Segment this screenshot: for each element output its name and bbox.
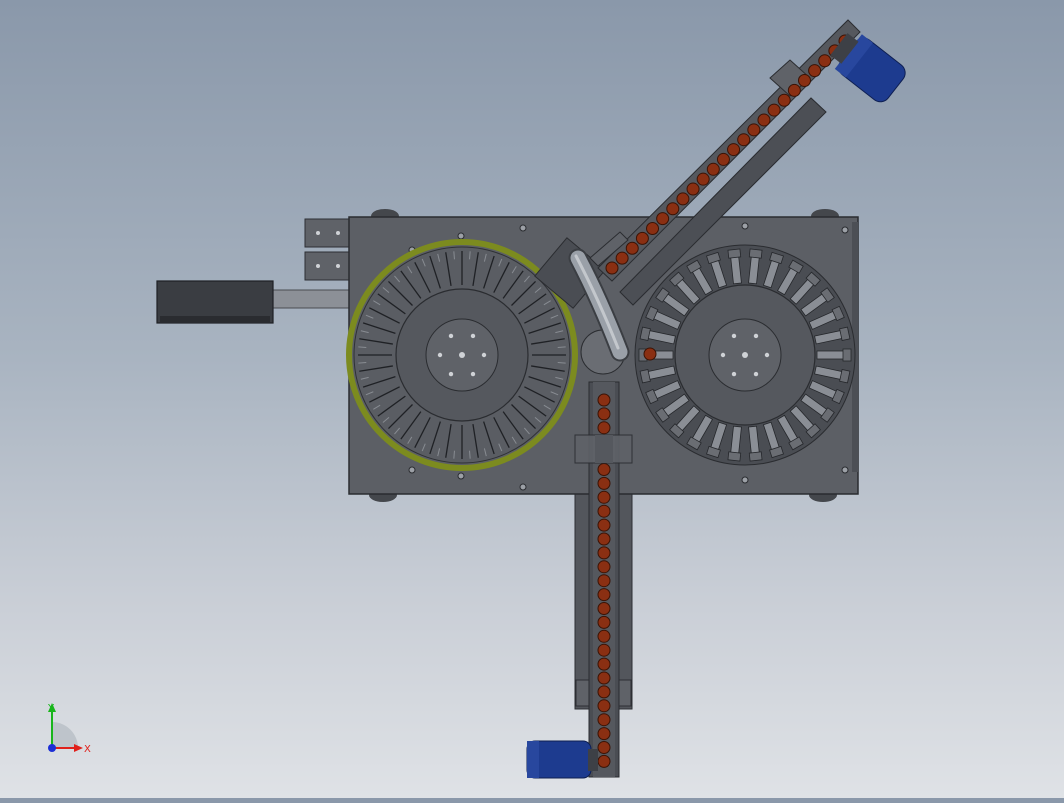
product-capsule <box>716 152 730 166</box>
product-capsule <box>737 133 751 147</box>
product-capsule <box>597 588 611 602</box>
bolt-head <box>841 466 849 474</box>
product-capsule <box>676 192 690 206</box>
product-capsule <box>597 504 611 518</box>
wheel-slot-edge <box>557 346 566 348</box>
triad-x-label: X <box>84 744 91 755</box>
hub-bolt <box>481 352 487 358</box>
left-pneumatic-cylinder <box>156 280 355 324</box>
product-capsule <box>597 407 611 421</box>
product-capsule <box>656 212 670 226</box>
product-capsule <box>597 699 611 713</box>
product-capsule <box>787 83 801 97</box>
product-capsule <box>597 727 611 741</box>
hub-bolt <box>720 352 726 358</box>
product-capsule <box>597 754 611 768</box>
hub-bolt <box>753 371 759 377</box>
bolt-head <box>408 466 416 474</box>
product-capsule <box>597 546 611 560</box>
wheel-slot-edge <box>469 450 471 459</box>
hub-bolt <box>470 333 476 339</box>
product-capsule <box>597 629 611 643</box>
product-capsule <box>597 671 611 685</box>
hub-bolt <box>470 371 476 377</box>
bolt-head <box>741 476 749 484</box>
product-capsule <box>757 113 771 127</box>
product-capsule <box>597 393 611 407</box>
product-capsule <box>597 463 611 476</box>
triad-y-label: Y <box>47 703 55 714</box>
product-capsule <box>597 560 611 574</box>
hub-bolt <box>448 371 454 377</box>
hub-bolt <box>731 371 737 377</box>
wheel-slot-edge <box>358 362 367 364</box>
product-capsule <box>597 602 611 615</box>
product-capsule <box>635 231 649 245</box>
product-capsule <box>808 64 822 78</box>
product-capsule <box>646 222 660 236</box>
product-capsule <box>666 202 680 216</box>
machine-assembly-drawing[interactable]: Y X <box>0 0 1064 798</box>
bolt-head <box>519 483 527 491</box>
wheel-slot-edge <box>469 251 471 260</box>
product-capsule <box>747 123 761 137</box>
cad-viewport[interactable]: Y X <box>0 0 1064 798</box>
product-capsule <box>615 251 629 265</box>
product-capsule <box>597 615 611 629</box>
product-capsule <box>597 476 611 490</box>
product-capsule <box>706 162 720 176</box>
bolt-head <box>457 472 465 480</box>
hub-bolt <box>437 352 443 358</box>
coordinate-triad: Y X <box>47 703 91 755</box>
bolt-head <box>841 226 849 234</box>
wheel-slot-edge <box>557 362 566 364</box>
product-capsule <box>777 93 791 107</box>
product-capsule <box>797 73 811 87</box>
hub-bolt <box>753 333 759 339</box>
bolt-head <box>741 222 749 230</box>
product-capsule <box>597 741 611 754</box>
product-capsule <box>597 643 611 657</box>
product-capsule <box>696 172 710 186</box>
outfeed-drive-motor <box>526 740 598 779</box>
hub-bolt <box>731 333 737 339</box>
product-capsule <box>643 347 657 361</box>
product-capsule <box>597 574 611 588</box>
product-capsule <box>597 685 611 699</box>
bolt-head <box>519 224 527 232</box>
product-capsule <box>686 182 700 196</box>
product-capsule <box>597 490 611 504</box>
product-capsule <box>597 421 611 435</box>
hub-bolt <box>448 333 454 339</box>
wheel-slot-edge <box>453 450 455 459</box>
hub-bolt <box>764 352 770 358</box>
wheel-slot-edge <box>453 251 455 260</box>
product-capsule <box>597 518 611 532</box>
product-capsule <box>625 241 639 255</box>
right-star-wheel <box>634 244 856 466</box>
bolt-head <box>457 232 465 240</box>
product-capsule <box>727 143 741 157</box>
wheel-slot-edge <box>358 346 367 348</box>
product-capsule <box>767 103 781 117</box>
product-capsule <box>818 54 832 68</box>
product-capsule <box>597 657 611 671</box>
gripper-arm <box>816 348 852 362</box>
product-capsule <box>597 713 611 727</box>
product-capsule <box>597 532 611 546</box>
product-capsule <box>605 261 619 275</box>
